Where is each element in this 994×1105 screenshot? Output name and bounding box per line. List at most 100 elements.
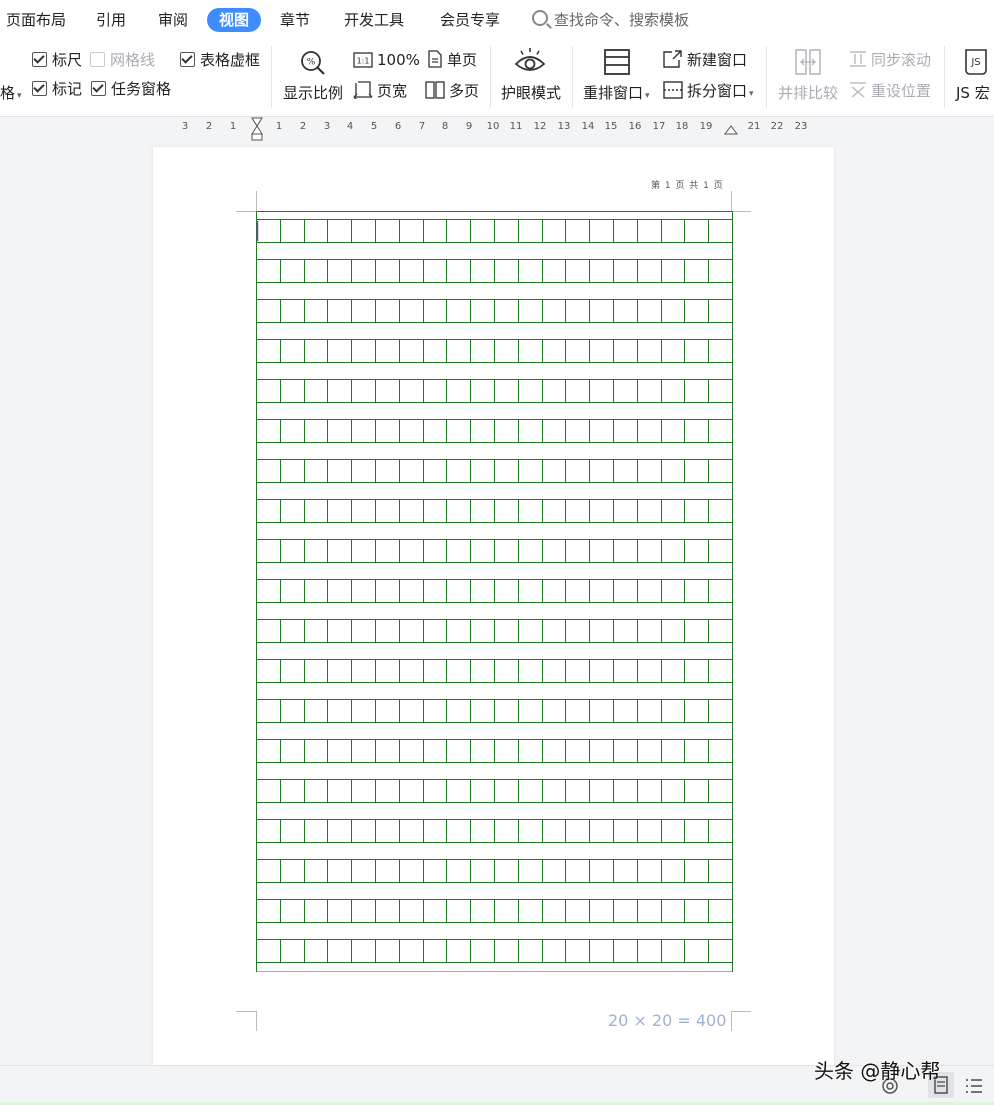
task-pane-label: 任务窗格 — [111, 80, 172, 98]
watermark-text: 头条 @静心帮 — [814, 1059, 941, 1083]
ruler-tick: 17 — [652, 121, 666, 132]
page-width-label: 页宽 — [377, 82, 408, 100]
split-window-label: 拆分窗口 — [687, 82, 748, 100]
dropdown-caret-icon: ▾ — [645, 91, 650, 101]
sync-scroll-icon — [850, 51, 866, 67]
eye-icon — [514, 48, 546, 71]
page-header: 第 1 页 共 1 页 — [651, 181, 724, 191]
ruler-checkbox[interactable]: 标尺 — [32, 49, 82, 71]
eye-mode-label: 护眼模式 — [501, 84, 562, 102]
crop-mark — [731, 1011, 751, 1012]
crop-mark — [731, 191, 732, 211]
document-page[interactable]: 第 1 页 共 1 页 20 × 20 = 400 — [153, 147, 834, 1065]
search-icon — [532, 10, 548, 26]
marks-checkbox[interactable]: 标记 — [32, 78, 82, 100]
ribbon-divider — [490, 46, 491, 108]
sync-scroll-label: 同步滚动 — [871, 51, 932, 69]
ruler-tick: 1 — [275, 121, 283, 132]
reset-position-button[interactable]: 重设位置 — [849, 80, 931, 102]
new-window-icon — [663, 50, 682, 68]
multi-page-icon — [425, 81, 445, 99]
ruler-tick: 22 — [770, 121, 784, 132]
crop-mark — [731, 211, 751, 212]
new-window-button[interactable]: 新建窗口 — [663, 49, 747, 71]
ruler-tick: 3 — [181, 121, 189, 132]
arrange-windows-icon — [604, 49, 630, 75]
zoom-magnifier-icon: % — [301, 51, 325, 75]
ruler-tick: 1 — [229, 121, 237, 132]
one-to-one-icon: 1:1 — [353, 52, 373, 68]
tab-review[interactable]: 审阅 — [158, 8, 188, 32]
cut-off-dropdown[interactable]: 格 ▾ — [0, 82, 22, 104]
js-file-icon: JS — [965, 49, 987, 75]
dropdown-caret-icon: ▾ — [749, 89, 754, 99]
ribbon-toolbar: 格 ▾ 标尺 网格线 表格虚框 标记 任务窗格 % 显示比例 1:1 100% 页宽… — [0, 40, 994, 117]
new-window-label: 新建窗口 — [687, 51, 748, 69]
tab-developer[interactable]: 开发工具 — [344, 8, 404, 32]
ruler-tick: 8 — [441, 121, 449, 132]
ribbon-divider — [572, 46, 573, 108]
ruler-tick: 2 — [205, 121, 213, 132]
checkbox-checked-icon — [32, 81, 47, 96]
ribbon-divider — [944, 46, 945, 108]
ribbon-divider — [766, 46, 767, 108]
manuscript-grid[interactable] — [256, 211, 733, 972]
ribbon-divider — [271, 46, 272, 108]
zoom-100-button[interactable]: 1:1 100% — [353, 49, 420, 71]
ruler-tick: 14 — [581, 121, 595, 132]
outline-view-icon[interactable] — [964, 1076, 984, 1096]
ruler-tick: 16 — [628, 121, 642, 132]
zoom-label: 显示比例 — [283, 84, 344, 102]
task-pane-checkbox[interactable]: 任务窗格 — [91, 78, 171, 100]
tab-view[interactable]: 视图 — [207, 8, 262, 32]
ruler-tick: 3 — [323, 121, 331, 132]
sync-scroll-button[interactable]: 同步滚动 — [849, 49, 931, 71]
svg-text:JS: JS — [970, 57, 980, 68]
crop-mark — [256, 1011, 257, 1031]
gridlines-checkbox[interactable]: 网格线 — [90, 49, 155, 71]
crop-mark — [256, 191, 257, 211]
checkbox-checked-icon — [32, 52, 47, 67]
marks-label: 标记 — [52, 80, 83, 98]
grid-count-footer: 20 × 20 = 400 — [608, 1011, 727, 1030]
tab-page-layout[interactable]: 页面布局 — [6, 8, 66, 32]
tab-references[interactable]: 引用 — [96, 8, 126, 32]
cut-off-label: 格 — [0, 84, 16, 102]
command-search[interactable]: 查找命令、搜索模板 — [532, 8, 689, 32]
checkbox-checked-icon — [180, 52, 195, 67]
tab-member[interactable]: 会员专享 — [440, 8, 500, 32]
arrange-windows-label: 重排窗口 — [583, 84, 644, 102]
crop-mark — [236, 211, 256, 212]
single-page-button[interactable]: 单页 — [427, 49, 477, 71]
multi-page-button[interactable]: 多页 — [425, 80, 479, 102]
tab-section[interactable]: 章节 — [280, 8, 310, 32]
ruler-tick: 9 — [465, 121, 473, 132]
search-placeholder: 查找命令、搜索模板 — [554, 11, 690, 29]
ruler-label: 标尺 — [52, 51, 83, 69]
split-window-icon — [663, 81, 683, 99]
side-by-side-icon — [795, 49, 821, 75]
gridlines-label: 网格线 — [110, 51, 156, 69]
svg-text:%: % — [307, 58, 316, 68]
table-gridlines-checkbox[interactable]: 表格虚框 — [180, 49, 260, 71]
ruler-tick: 19 — [699, 121, 713, 132]
ruler-tick: 10 — [486, 121, 500, 132]
page-width-button[interactable]: 页宽 — [353, 80, 407, 102]
split-window-button[interactable]: 拆分窗口 ▾ — [663, 80, 754, 102]
page-width-icon — [353, 81, 373, 99]
single-page-icon — [428, 50, 442, 68]
ruler-tick: 2 — [299, 121, 307, 132]
ruler-tick: 11 — [509, 121, 523, 132]
indent-marker-icon[interactable] — [250, 117, 264, 141]
ruler-tick: 21 — [747, 121, 761, 132]
side-by-side-label: 并排比较 — [778, 84, 839, 102]
ruler-tick: 5 — [370, 121, 378, 132]
right-indent-marker-icon[interactable] — [724, 122, 738, 136]
zoom-100-label: 100% — [377, 51, 420, 69]
ruler-tick: 13 — [557, 121, 571, 132]
ruler-tick: 6 — [394, 121, 402, 132]
table-gridlines-label: 表格虚框 — [200, 51, 261, 69]
menu-bar: 页面布局 引用 审阅 视图 章节 开发工具 会员专享 查找命令、搜索模板 — [0, 0, 994, 40]
js-macro-label: JS 宏 — [956, 84, 990, 102]
horizontal-ruler[interactable]: 3 2 1 1 2 3 4 5 6 7 8 9 10 11 12 13 14 1… — [0, 117, 994, 141]
